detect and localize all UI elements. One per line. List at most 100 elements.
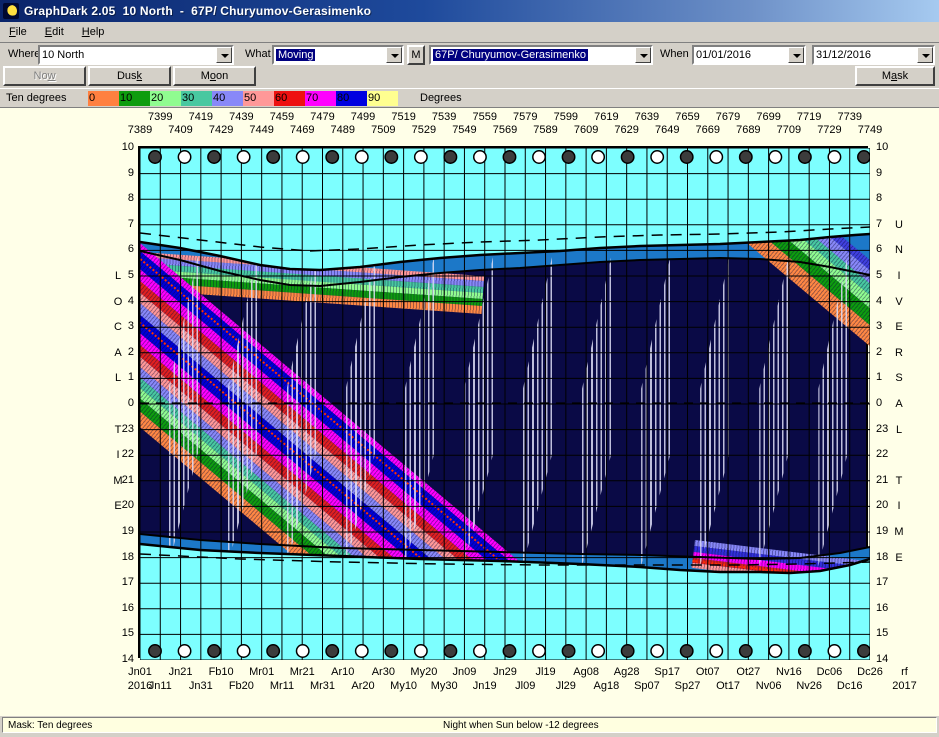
new-moon-icon [208, 645, 220, 657]
what-combobox[interactable]: Moving [272, 45, 404, 65]
full-moon-icon [297, 151, 309, 163]
bottom-axis-tick: Mr01 [242, 666, 282, 678]
top-axis-tick: 7749 [850, 124, 890, 136]
bottom-axis-tick: Mr21 [282, 666, 322, 678]
left-hour-label: 15 [96, 627, 134, 639]
full-moon-icon [769, 645, 781, 657]
full-moon-icon [237, 645, 249, 657]
status-mask-text: Mask: Ten degrees [8, 720, 92, 731]
bottom-axis-tick: Ar10 [323, 666, 363, 678]
full-moon-icon [769, 151, 781, 163]
when-label: When [660, 48, 689, 60]
bottom-axis-tick: Jn31 [181, 680, 221, 692]
dusk-button[interactable]: Dusk [88, 66, 171, 86]
bottom-axis-tick: Sp17 [647, 666, 687, 678]
bottom-axis-tick: Jn09 [444, 666, 484, 678]
object-combobox[interactable]: 67P/ Churyumov-Gerasimenko [429, 45, 653, 65]
status-bar: Mask: Ten degrees Night when Sun below -… [2, 717, 937, 733]
chevron-down-icon[interactable] [917, 47, 933, 63]
full-moon-icon [592, 645, 604, 657]
new-moon-icon [740, 151, 752, 163]
plot-canvas [140, 148, 870, 660]
mask-button[interactable]: Mask [855, 66, 935, 86]
bottom-axis-tick: Sp07 [627, 680, 667, 692]
top-axis-tick: 7559 [465, 111, 505, 123]
date-to-value: 31/12/2016 [814, 47, 917, 63]
bottom-axis-tick: Jn29 [485, 666, 525, 678]
bottom-axis-tick: Jn01 [120, 666, 160, 678]
new-moon-icon [562, 645, 574, 657]
local-time-axis-title: L [112, 270, 124, 282]
menu-help[interactable]: Help [73, 24, 114, 40]
full-moon-icon [474, 645, 486, 657]
full-moon-icon [828, 645, 840, 657]
top-axis-tick: 7739 [830, 111, 870, 123]
universal-time-axis-title: N [893, 244, 905, 256]
universal-time-axis-title: S [893, 372, 905, 384]
right-hour-label: 16 [876, 602, 914, 614]
bottom-axis-tick: 2017 [884, 680, 924, 692]
top-axis-tick: 7449 [242, 124, 282, 136]
new-moon-icon [503, 645, 515, 657]
top-axis-tick: 7639 [627, 111, 667, 123]
dark-sky-plot[interactable] [138, 146, 868, 658]
chevron-down-icon[interactable] [216, 47, 232, 63]
moon-button[interactable]: Moon [173, 66, 256, 86]
bottom-axis-tick: Ag18 [586, 680, 626, 692]
menu-file[interactable]: File [0, 24, 36, 40]
left-hour-label: 16 [96, 602, 134, 614]
new-moon-icon [149, 151, 161, 163]
bottom-axis-tick: Ot27 [728, 666, 768, 678]
where-value: 10 North [40, 47, 216, 63]
bottom-axis-tick: Jn19 [465, 680, 505, 692]
new-moon-icon [503, 151, 515, 163]
bottom-axis-tick: Sp27 [668, 680, 708, 692]
where-label: Where [8, 48, 40, 60]
universal-time-axis-title: T [893, 475, 905, 487]
left-hour-label: 14 [96, 653, 134, 665]
top-axis-tick: 7499 [343, 111, 383, 123]
where-combobox[interactable]: 10 North [38, 45, 234, 65]
new-moon-icon [621, 645, 633, 657]
m-button[interactable]: M [407, 45, 425, 65]
bottom-axis-tick: Jl29 [546, 680, 586, 692]
top-axis-tick: 7659 [668, 111, 708, 123]
universal-time-axis-title: L [893, 424, 905, 436]
right-hour-label: 22 [876, 448, 914, 460]
full-moon-icon [651, 645, 663, 657]
top-axis-tick: 7439 [221, 111, 261, 123]
bottom-axis-tick: Fb20 [221, 680, 261, 692]
full-moon-icon [356, 151, 368, 163]
chevron-down-icon[interactable] [635, 47, 651, 63]
new-moon-icon [385, 151, 397, 163]
local-time-axis-title: M [112, 475, 124, 487]
universal-time-axis-title: R [893, 347, 905, 359]
local-time-axis-title: O [112, 296, 124, 308]
left-hour-label: 19 [96, 525, 134, 537]
legend-segment: 90 [367, 91, 398, 106]
new-moon-icon [326, 645, 338, 657]
full-moon-icon [828, 151, 840, 163]
top-axis-tick: 7489 [323, 124, 363, 136]
bottom-axis-tick: Ag28 [607, 666, 647, 678]
new-moon-icon [326, 151, 338, 163]
chevron-down-icon[interactable] [386, 47, 402, 63]
full-moon-icon [415, 151, 427, 163]
legend-bar: Ten degrees 0102030405060708090 Degrees [0, 88, 939, 108]
bottom-axis-tick: Nv06 [749, 680, 789, 692]
top-axis-tick: 7699 [749, 111, 789, 123]
right-hour-label: 14 [876, 653, 914, 665]
chevron-down-icon[interactable] [788, 47, 804, 63]
date-to-combobox[interactable]: 31/12/2016 [812, 45, 935, 65]
menu-edit[interactable]: Edit [36, 24, 73, 40]
new-moon-icon [562, 151, 574, 163]
menu-bar: File Edit Help [0, 22, 939, 43]
title-bar[interactable]: GraphDark 2.05 10 North - 67P/ Churyumov… [0, 0, 939, 22]
full-moon-icon [178, 645, 190, 657]
top-axis-tick: 7419 [181, 111, 221, 123]
date-from-combobox[interactable]: 01/01/2016 [692, 45, 806, 65]
universal-time-axis-title: M [893, 526, 905, 538]
bottom-axis-tick: Nv16 [769, 666, 809, 678]
what-value: Moving [274, 47, 386, 63]
legend-segment: 60 [274, 91, 305, 106]
